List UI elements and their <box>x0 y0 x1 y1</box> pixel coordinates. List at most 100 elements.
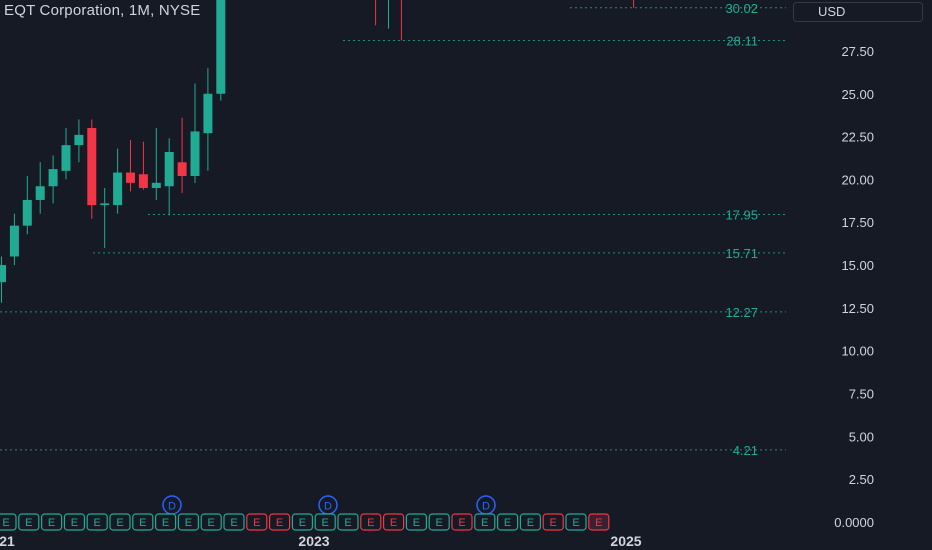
candle-body <box>138 174 148 188</box>
dividend-marker: D <box>476 495 496 515</box>
earnings-marker: E <box>497 513 519 531</box>
candle <box>633 0 635 8</box>
candle <box>9 213 19 266</box>
earnings-marker: E <box>405 513 427 531</box>
earnings-marker: E <box>177 513 199 531</box>
earnings-label: E <box>504 517 511 529</box>
earnings-marker: E <box>428 513 450 531</box>
earnings-marker: E <box>291 513 313 531</box>
candle <box>203 68 213 171</box>
earnings-marker: E <box>246 513 268 531</box>
currency-button[interactable]: USD <box>793 2 923 22</box>
earnings-marker: E <box>474 513 496 531</box>
earnings-label: E <box>162 517 169 529</box>
candle-body <box>151 182 161 188</box>
level-label: 17.95 <box>725 208 758 223</box>
dividend-label: D <box>168 501 176 513</box>
earnings-marker: E <box>40 513 63 531</box>
earnings-label: E <box>367 517 374 529</box>
candle-body <box>35 186 45 200</box>
candle <box>190 83 200 183</box>
earnings-label: E <box>458 517 465 529</box>
earnings-label: E <box>550 517 557 529</box>
earnings-label: E <box>2 517 9 529</box>
candle <box>388 0 389 29</box>
earnings-marker: E <box>18 513 40 531</box>
candle <box>216 0 226 101</box>
dividend-label: D <box>482 501 490 513</box>
candle <box>400 0 402 41</box>
earnings-marker: E <box>519 513 542 531</box>
earnings-marker: E <box>155 513 177 531</box>
candle-body <box>100 203 110 206</box>
candle <box>0 256 6 303</box>
earnings-label: E <box>344 517 351 529</box>
earnings-marker: E <box>269 513 291 531</box>
candle <box>126 140 135 192</box>
earnings-label: E <box>25 517 32 529</box>
candle <box>48 155 58 204</box>
earnings-label: E <box>208 517 215 529</box>
earnings-label: E <box>481 517 488 529</box>
y-tick-label: 27.50 <box>841 44 874 59</box>
y-tick-label: 2.50 <box>849 472 874 487</box>
candle-body <box>177 162 187 176</box>
candle <box>113 148 123 214</box>
y-tick-label: 0.0000 <box>834 515 874 530</box>
earnings-marker: E <box>86 513 108 531</box>
level-label: 12.27 <box>725 305 758 320</box>
level-label: 30.02 <box>725 1 758 16</box>
candle <box>100 187 110 248</box>
candle-body <box>74 134 84 146</box>
candle <box>87 119 97 219</box>
candle <box>151 128 161 200</box>
earnings-marker: E <box>360 513 382 531</box>
chart-title: EQT Corporation, 1M, NYSE <box>4 2 201 19</box>
candle-body <box>190 131 200 176</box>
earnings-marker: E <box>63 513 86 531</box>
earnings-label: E <box>71 517 78 529</box>
candle-body <box>113 172 123 206</box>
dividend-marker: D <box>162 495 182 515</box>
earnings-label: E <box>572 517 579 529</box>
candle-body <box>9 225 19 257</box>
dividend-label: D <box>324 501 332 513</box>
dividend-marker: D <box>318 495 338 515</box>
earnings-marker: E <box>542 513 564 531</box>
earnings-label: E <box>139 517 146 529</box>
candle-body <box>0 265 6 283</box>
earnings-marker: E <box>132 513 154 531</box>
y-tick-label: 15.00 <box>841 258 874 273</box>
y-tick-label: 5.00 <box>849 429 874 444</box>
earnings-marker: E <box>383 513 405 531</box>
candle <box>22 175 32 235</box>
y-tick-label: 17.50 <box>841 215 874 230</box>
x-axis-label: 2023 <box>298 533 329 549</box>
earnings-label: E <box>299 517 306 529</box>
earnings-marker: E <box>451 513 473 531</box>
earnings-label: E <box>185 517 192 529</box>
earnings-marker: E <box>314 513 336 531</box>
earnings-label: E <box>413 517 420 529</box>
level-label: 28.11 <box>726 33 758 48</box>
candle <box>177 117 187 194</box>
earnings-marker: E <box>109 513 131 531</box>
candle-body <box>61 145 71 171</box>
earnings-label: E <box>116 517 123 529</box>
level-label: 15.71 <box>725 246 758 261</box>
candle-body <box>126 172 135 183</box>
earnings-label: E <box>436 517 443 529</box>
candle <box>61 128 71 180</box>
earnings-label: E <box>230 517 237 529</box>
y-tick-label: 10.00 <box>841 344 874 359</box>
candle <box>138 141 148 190</box>
earnings-marker: E <box>588 513 610 531</box>
earnings-label: E <box>527 517 534 529</box>
chart-container[interactable]: 30.02 28.11 17.95 15.71 12.27 4.21 DDDEEEEEEE… <box>0 0 932 550</box>
earnings-label: E <box>595 517 602 529</box>
y-tick-label: 25.00 <box>841 87 874 102</box>
candle-body <box>22 199 32 226</box>
earnings-marker: E <box>565 513 587 531</box>
y-tick-label: 7.50 <box>849 387 874 402</box>
price-chart[interactable]: 30.0228.1117.9515.7112.274.21 D D DE E E E E E E… <box>0 0 932 550</box>
